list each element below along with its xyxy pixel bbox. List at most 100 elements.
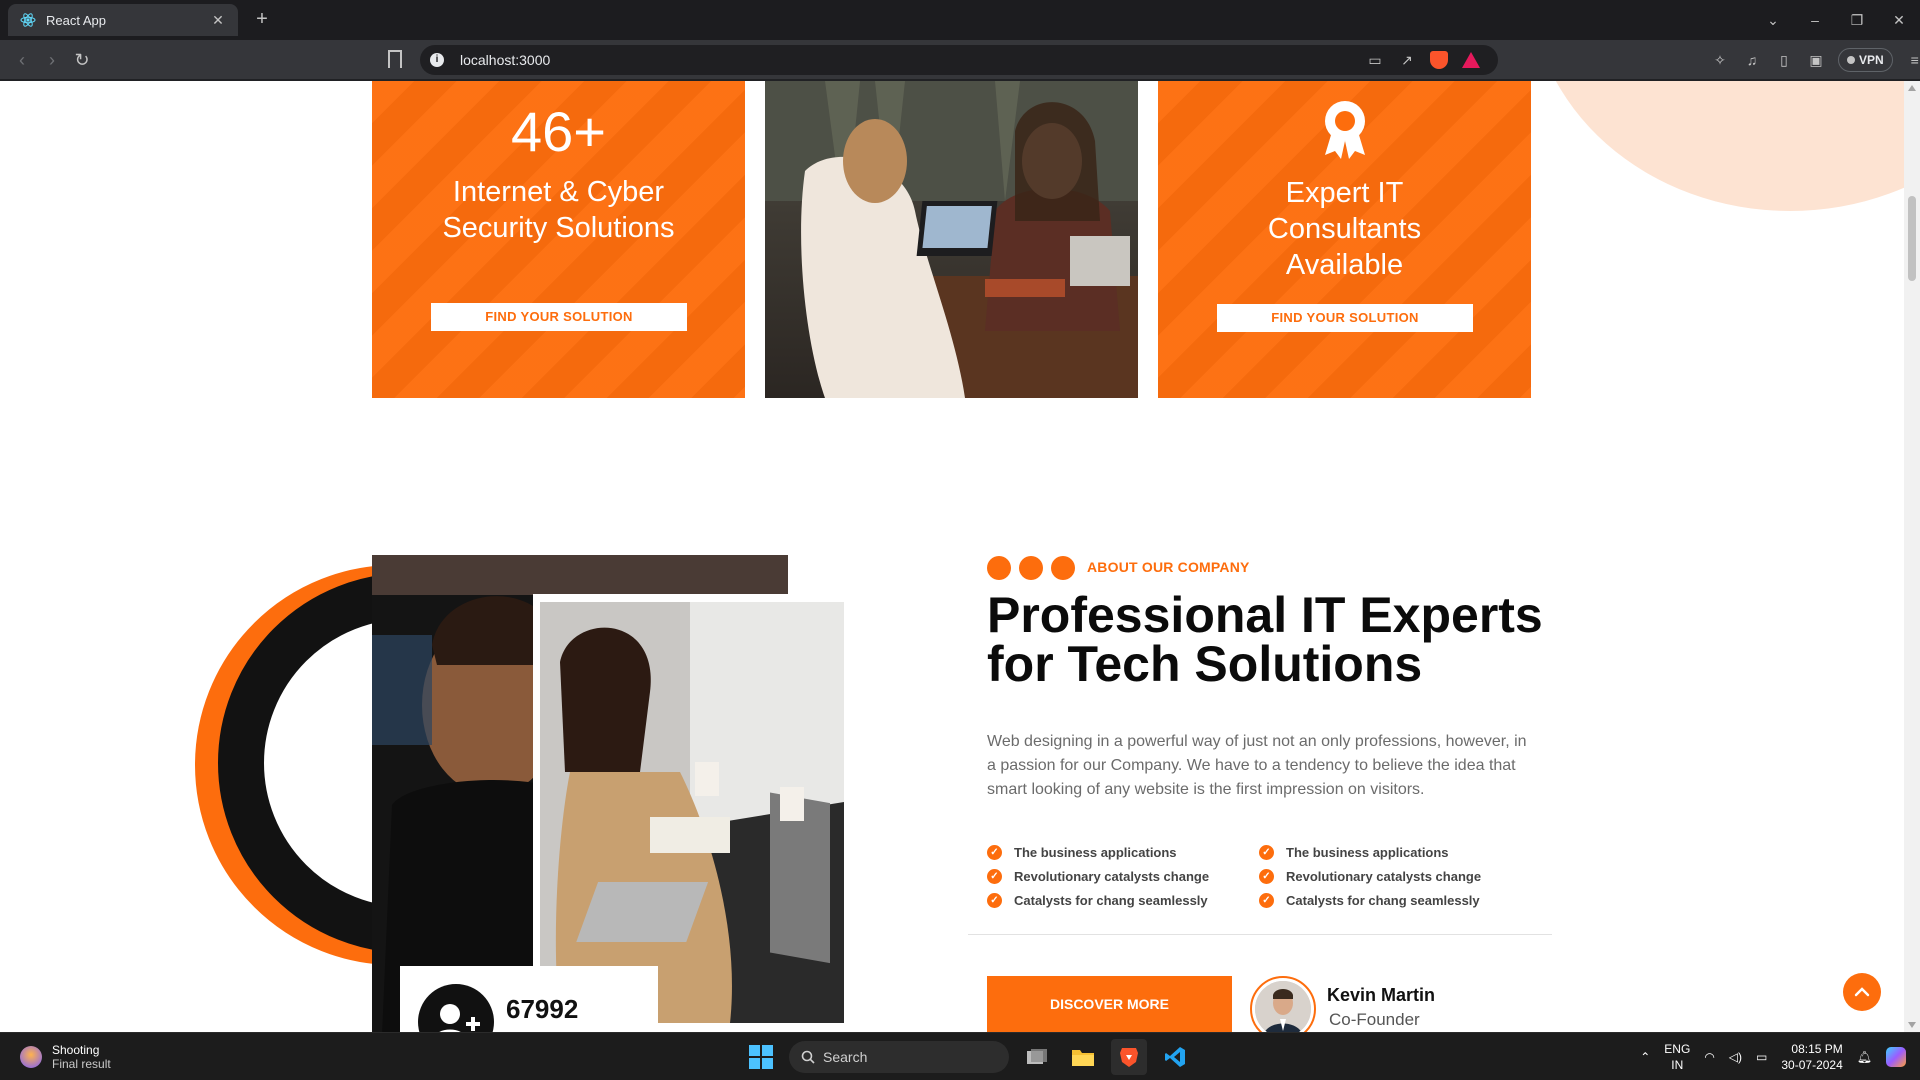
feature-item: ✓ Catalysts for chang seamlessly <box>1259 888 1539 912</box>
new-tab-button[interactable]: + <box>250 8 274 32</box>
scroll-to-top-button[interactable] <box>1843 973 1881 1011</box>
meeting-photo <box>765 81 1138 398</box>
taskbar-search[interactable]: Search <box>789 1041 1009 1073</box>
find-solution-button[interactable]: FIND YOUR SOLUTION <box>431 303 687 331</box>
feature-item: ✓ The business applications <box>1259 840 1539 864</box>
decorative-peach-circle <box>1530 81 1904 211</box>
feature-list-right: ✓ The business applications ✓ Revolutionar… <box>1259 840 1539 912</box>
brave-browser-icon[interactable] <box>1111 1039 1147 1075</box>
file-explorer-icon[interactable] <box>1065 1039 1101 1075</box>
volume-icon[interactable]: ◁) <box>1729 1050 1742 1064</box>
counter-value: 67992 <box>506 994 579 1024</box>
browser-tab[interactable]: React App ✕ <box>8 4 238 36</box>
page-scrollbar[interactable] <box>1904 81 1920 1032</box>
close-window-button[interactable]: ✕ <box>1878 0 1920 40</box>
feature-item: ✓ Catalysts for chang seamlessly <box>987 888 1267 912</box>
taskbar-apps: Search <box>743 1039 1193 1075</box>
system-tray: ⌃ ENG IN ◠ ◁) ▭ 08:15 PM 30-07-2024 🔔︎ <box>1640 1041 1906 1073</box>
cast-icon[interactable]: ▭ <box>1366 51 1384 69</box>
vscode-icon[interactable] <box>1157 1039 1193 1075</box>
promo-card-consultants: Expert IT Consultants Available FIND YOU… <box>1158 81 1531 398</box>
feature-label: Catalysts for chang seamlessly <box>1286 892 1480 908</box>
feature-label: The business applications <box>1014 844 1177 860</box>
clock[interactable]: 08:15 PM 30-07-2024 <box>1781 1041 1842 1073</box>
feature-item: ✓ Revolutionary catalysts change <box>1259 864 1539 888</box>
dot <box>1051 556 1075 580</box>
url-text: localhost:3000 <box>460 52 551 68</box>
feature-label: Revolutionary catalysts change <box>1014 868 1210 884</box>
counter-card: 67992 <box>400 966 658 1032</box>
site-info-icon[interactable]: i <box>430 53 444 67</box>
tab-search-icon[interactable]: ⌄ <box>1752 0 1794 40</box>
sidebar-icon[interactable]: ▯ <box>1774 50 1794 70</box>
tab-close-icon[interactable]: ✕ <box>210 12 226 28</box>
extensions-icon[interactable]: ✧ <box>1710 50 1730 70</box>
scroll-up-icon[interactable] <box>1908 85 1916 91</box>
copilot-icon[interactable] <box>1886 1047 1906 1067</box>
menu-icon[interactable]: ≡ <box>1905 50 1920 70</box>
notification-bell-icon[interactable]: 🔔︎ <box>1857 1050 1872 1064</box>
tray-overflow-icon[interactable]: ⌃ <box>1640 1050 1650 1064</box>
language-code: ENG <box>1664 1042 1691 1056</box>
person-avatar-icon <box>1255 981 1311 1032</box>
wifi-icon[interactable]: ◠ <box>1704 1050 1714 1064</box>
widget-subtitle: Final result <box>52 1057 111 1071</box>
add-user-icon <box>418 984 494 1032</box>
award-icon <box>1325 101 1365 159</box>
search-label: Search <box>823 1049 868 1065</box>
address-actions: ▭ ↗ <box>1366 51 1480 69</box>
minimize-button[interactable]: – <box>1794 0 1836 40</box>
feature-label: Revolutionary catalysts change <box>1286 868 1482 884</box>
address-bar[interactable]: i localhost:3000 ▭ ↗ <box>420 45 1498 75</box>
section-title: Professional IT Experts for Tech Solutio… <box>987 587 1543 692</box>
person-role: Co-Founder <box>1329 1010 1420 1029</box>
woman-with-laptop-photo <box>540 602 844 1023</box>
divider <box>968 934 1552 935</box>
person-name: Kevin Martin <box>1327 985 1436 1005</box>
feature-label: Catalysts for chang seamlessly <box>1014 892 1208 908</box>
discover-more-button[interactable]: DISCOVER MORE <box>987 976 1232 1032</box>
section-tag: ABOUT OUR COMPANY <box>1087 559 1250 575</box>
feature-item: ✓ Revolutionary catalysts change <box>987 864 1267 888</box>
wallet-icon[interactable]: ▣ <box>1806 50 1826 70</box>
avatar <box>1250 976 1316 1032</box>
restore-button[interactable]: ❐ <box>1836 0 1878 40</box>
chevron-up-icon <box>1854 987 1870 997</box>
weather-icon <box>20 1046 42 1068</box>
weather-widget[interactable]: Shooting Final result <box>20 1043 111 1071</box>
feature-label: The business applications <box>1286 844 1449 860</box>
brave-shields-icon[interactable] <box>1430 51 1448 69</box>
toolbar-extensions: ✧ ♫ ▯ ▣ VPN ≡ <box>1710 48 1920 72</box>
language-indicator[interactable]: ENG IN <box>1664 1041 1690 1073</box>
back-button[interactable]: ‹ <box>10 48 34 72</box>
brave-rewards-icon[interactable] <box>1462 52 1480 68</box>
tab-title: React App <box>46 12 106 28</box>
find-solution-button[interactable]: FIND YOUR SOLUTION <box>1217 304 1473 332</box>
reload-button[interactable]: ↻ <box>70 48 94 72</box>
battery-icon[interactable]: ▭ <box>1756 1050 1767 1064</box>
forward-button[interactable]: › <box>40 48 64 72</box>
promo-card-solutions: 46+ Internet & Cyber Security Solutions … <box>372 81 745 398</box>
share-icon[interactable]: ↗ <box>1398 51 1416 69</box>
media-icon[interactable]: ♫ <box>1742 50 1762 70</box>
page-viewport: 46+ Internet & Cyber Security Solutions … <box>0 81 1904 1032</box>
region-code: IN <box>1671 1058 1684 1072</box>
check-icon: ✓ <box>1259 892 1274 908</box>
check-icon: ✓ <box>987 892 1002 908</box>
task-view-icon[interactable] <box>1019 1039 1055 1075</box>
vpn-button[interactable]: VPN <box>1838 48 1893 72</box>
widget-title: Shooting <box>52 1043 100 1057</box>
feature-item: ✓ The business applications <box>987 840 1267 864</box>
section-description: Web designing in a powerful way of just … <box>987 733 1527 798</box>
window-controls: ⌄ – ❐ ✕ <box>1752 0 1920 40</box>
bookmark-icon[interactable] <box>388 50 402 68</box>
scrollbar-thumb[interactable] <box>1908 196 1916 281</box>
start-menu-icon[interactable] <box>743 1039 779 1075</box>
check-icon: ✓ <box>987 868 1002 884</box>
check-icon: ✓ <box>987 844 1002 860</box>
promo-title: Internet & Cyber Security Solutions <box>442 176 675 244</box>
promo-stat: 46+ <box>511 100 606 163</box>
clock-date: 30-07-2024 <box>1781 1058 1843 1072</box>
decorative-dots <box>987 556 1075 580</box>
scroll-down-icon[interactable] <box>1908 1022 1916 1028</box>
